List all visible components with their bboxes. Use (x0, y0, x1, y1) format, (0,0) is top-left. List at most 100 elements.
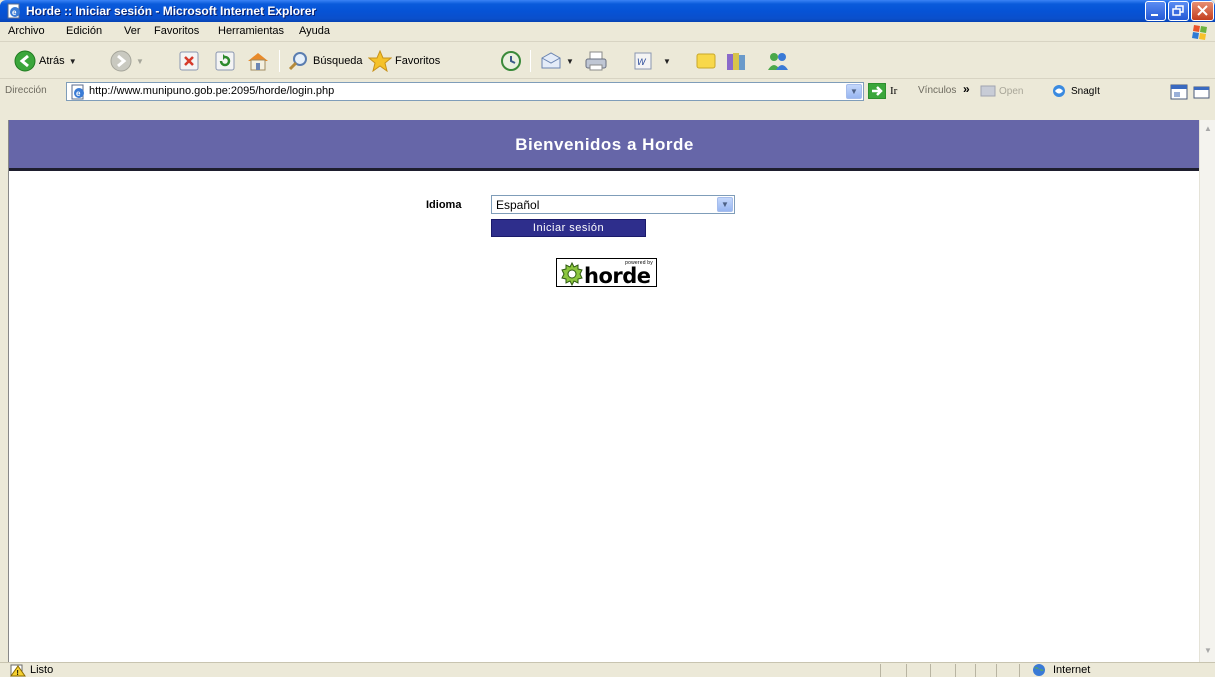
note-icon (696, 53, 716, 69)
status-panel (906, 664, 907, 677)
research-books-icon (727, 53, 745, 70)
snagit-icon (1053, 85, 1065, 97)
open-label: Open (999, 85, 1024, 97)
minimize-button[interactable] (1145, 1, 1166, 21)
snagit-label: SnagIt (1071, 85, 1100, 97)
history-icon (501, 51, 521, 71)
address-bar: Dirección e http://www.munipuno.gob.pe:2… (0, 80, 1215, 102)
language-label: Idioma (426, 199, 462, 211)
stop-button[interactable] (179, 49, 199, 73)
menu-edicion[interactable]: Edición (66, 25, 102, 37)
capture-window-icon[interactable] (1170, 84, 1188, 100)
address-input[interactable]: e http://www.munipuno.gob.pe:2095/horde/… (66, 82, 864, 101)
favorites-button[interactable]: Favoritos (368, 49, 440, 73)
status-panel (1019, 664, 1020, 677)
edit-dropdown-icon[interactable]: ▼ (663, 57, 671, 66)
ie-page-icon: e (7, 3, 20, 19)
toolbar-separator (530, 50, 531, 72)
scroll-up-icon[interactable]: ▲ (1202, 124, 1214, 136)
stop-icon (179, 51, 199, 71)
menu-bar: Archivo Edición Ver Favoritos Herramient… (0, 22, 1215, 42)
zone-label: Internet (1053, 664, 1091, 676)
horde-header: Bienvenidos a Horde (9, 120, 1199, 171)
mail-dropdown-icon[interactable]: ▼ (566, 57, 574, 66)
print-button[interactable] (584, 49, 608, 73)
search-button[interactable]: Búsqueda (288, 49, 363, 73)
svg-text:e: e (12, 8, 17, 17)
word-edit-icon: W (634, 52, 652, 70)
messenger-icon (768, 53, 788, 70)
browser-window: e Horde :: Iniciar sesión - Microsoft In… (0, 0, 1215, 677)
minimize-icon (1151, 14, 1158, 16)
svg-text:!: ! (17, 670, 19, 677)
status-panel (996, 664, 997, 677)
search-icon (288, 52, 307, 71)
capture-region-icon[interactable] (1193, 84, 1211, 100)
menu-archivo[interactable]: Archivo (8, 25, 45, 37)
forward-arrow-icon (110, 50, 132, 72)
go-arrow-icon (868, 83, 886, 99)
search-label: Búsqueda (313, 55, 363, 67)
horde-logo[interactable]: powered by horde (556, 258, 657, 288)
title-bar[interactable]: e Horde :: Iniciar sesión - Microsoft In… (0, 0, 1215, 22)
messenger-button[interactable] (765, 49, 791, 73)
vertical-scrollbar[interactable]: ▲ ▼ (1199, 120, 1215, 662)
status-panel (975, 664, 976, 677)
printer-icon (585, 51, 607, 71)
menu-ayuda[interactable]: Ayuda (299, 25, 330, 37)
mail-button[interactable]: ▼ (540, 49, 574, 73)
status-bar: ! Listo Internet (0, 662, 1215, 677)
menu-herramientas[interactable]: Herramientas (218, 25, 284, 37)
back-dropdown-icon[interactable]: ▼ (69, 57, 77, 66)
toolbar: Atrás ▼ ▼ Búsqueda Favoritos ▼ W ▼ (0, 43, 1215, 79)
links-label[interactable]: Vínculos (918, 85, 956, 96)
discuss-button[interactable] (694, 49, 718, 73)
login-button[interactable]: Iniciar sesión (491, 219, 646, 237)
ie-page-icon: e (71, 84, 84, 100)
back-arrow-icon (14, 50, 36, 72)
security-zone[interactable]: Internet (1031, 663, 1090, 677)
research-button[interactable] (724, 49, 748, 73)
horde-gear-icon (561, 262, 583, 286)
open-button[interactable]: Open (980, 84, 1023, 98)
home-button[interactable] (246, 49, 270, 73)
language-selected-value: Español (496, 198, 540, 212)
favorites-star-icon (368, 50, 392, 72)
back-label: Atrás (39, 55, 65, 67)
refresh-button[interactable] (215, 49, 235, 73)
toolbar-separator (279, 50, 280, 72)
page-warning-icon: ! (10, 664, 26, 677)
windows-logo-icon (1192, 25, 1207, 40)
close-button[interactable] (1191, 1, 1214, 21)
chevron-down-icon[interactable]: ▼ (717, 197, 733, 212)
back-button[interactable]: Atrás ▼ (14, 49, 77, 73)
go-label: Ir (890, 85, 898, 97)
page-heading: Bienvenidos a Horde (515, 135, 694, 154)
go-button[interactable]: Ir (868, 83, 897, 99)
favorites-label: Favoritos (395, 55, 441, 67)
status-panel (930, 664, 931, 677)
refresh-icon (215, 51, 235, 71)
scroll-down-icon[interactable]: ▼ (1202, 646, 1214, 658)
toolbar-bottom-edge (0, 102, 1215, 120)
menu-favoritos[interactable]: Favoritos (154, 25, 199, 37)
mail-icon (541, 52, 561, 69)
snagit-button[interactable]: SnagIt (1051, 84, 1100, 98)
open-icon (980, 85, 996, 97)
status-panel (880, 664, 881, 677)
status-text: Listo (30, 664, 54, 676)
status-panel (955, 664, 956, 677)
restore-button[interactable] (1168, 1, 1189, 21)
restore-icon (1172, 5, 1184, 16)
links-chevron-icon[interactable]: » (963, 82, 970, 96)
logo-wordmark: horde (584, 264, 651, 288)
history-button[interactable] (500, 49, 522, 73)
home-icon (248, 53, 268, 71)
menu-ver[interactable]: Ver (124, 25, 141, 37)
address-dropdown-icon[interactable]: ▼ (846, 84, 862, 99)
language-select[interactable]: Español ▼ (491, 195, 735, 214)
edit-button[interactable]: W ▼ (633, 49, 671, 73)
svg-text:e: e (76, 89, 81, 98)
forward-button[interactable]: ▼ (110, 49, 144, 73)
forward-dropdown-icon[interactable]: ▼ (136, 57, 144, 66)
